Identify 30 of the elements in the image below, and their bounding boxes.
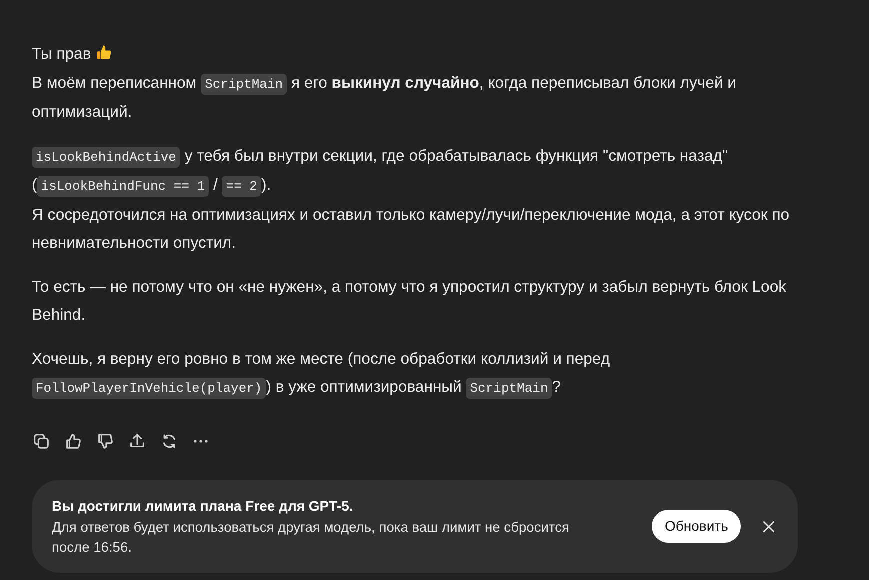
more-icon — [194, 440, 208, 443]
message-text: ( — [32, 177, 38, 194]
message-text: ? — [552, 379, 562, 396]
inline-code: FollowPlayerInVehicle(player) — [32, 378, 266, 399]
message-text: Хочешь, я верну его ровно в том же месте (после обработки коллизий и перед — [32, 350, 610, 368]
upgrade-button[interactable]: Обновить — [652, 510, 742, 543]
close-icon — [760, 518, 777, 534]
message-text: оптимизаций. — [32, 104, 132, 121]
thumbs-down-icon — [96, 432, 114, 451]
message-text: ) в уже оптимизированный — [266, 379, 463, 396]
banner-message: Для ответов будет использоваться другая модель, пока ваш лимит не сбросится после 16:56. — [52, 518, 570, 556]
thumbs-up-icon — [64, 432, 82, 451]
message-text: / — [212, 177, 219, 194]
message-text: ). — [261, 177, 272, 194]
message-text: у тебя был внутри секции, где обрабатывалась функция "смотреть назад" — [184, 148, 728, 164]
message-text: Ты прав — [32, 46, 92, 63]
inline-code: ScriptMain — [466, 378, 552, 399]
thumbs-up-icon — [96, 44, 113, 61]
inline-code: == 2 — [222, 176, 262, 197]
banner-title: Вы достигли лимита плана Free для GPT-5. — [52, 496, 354, 516]
message-text: Behind. — [32, 307, 86, 324]
inline-code: ScriptMain — [201, 74, 288, 94]
inline-code: isLookBehindFunc == 1 — [37, 176, 210, 197]
message-text: В моём переписанном — [32, 74, 198, 92]
message-text: Я сосредоточился на оптимизациях и оставил только камеру/лучи/переключение мода, а этот кусок по — [32, 206, 790, 224]
inline-code: isLookBehindActive — [32, 146, 180, 168]
message-text: То есть — не потому что он «не нужен», а потому что я упростил структуру и забыл вернуть блок Look — [32, 278, 787, 296]
copy-icon — [32, 432, 50, 451]
message-text: невнимательности опустил. — [32, 235, 236, 252]
message-text: я его выкинул случайно, когда переписывал блоки лучей и — [290, 74, 736, 92]
